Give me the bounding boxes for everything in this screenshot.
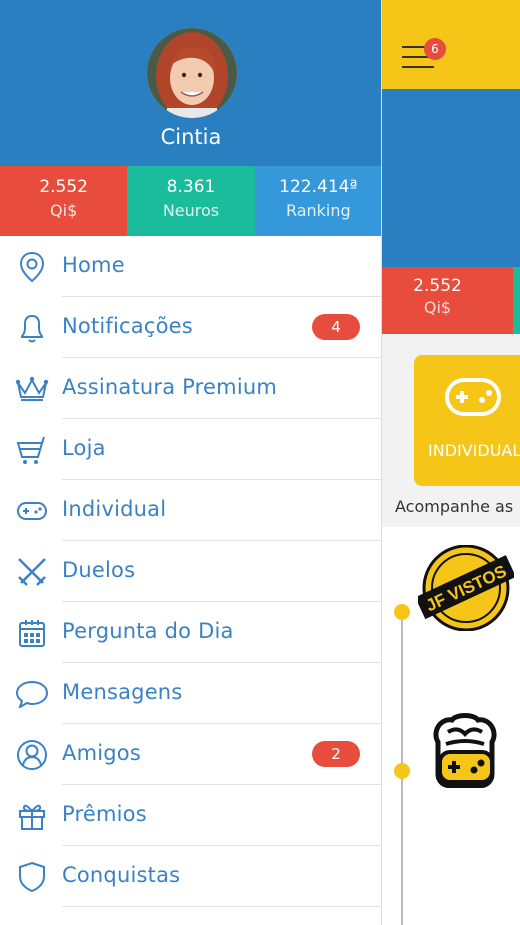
stat-qi[interactable]: 2.552 Qi$ <box>0 166 128 236</box>
menu-item-label: Conquistas <box>62 863 181 887</box>
cart-icon <box>14 432 50 468</box>
menu-item-label: Home <box>62 253 125 277</box>
stat-neuros-value: 8.361 <box>166 177 216 197</box>
avatar-photo <box>147 28 237 118</box>
stat-neuros[interactable]: 8.361 Neuros <box>127 166 255 236</box>
stat-qi-label: Qi$ <box>50 201 78 220</box>
friends-count-badge: 2 <box>312 741 360 767</box>
menu-item-label: Loja <box>62 436 106 460</box>
brain-gamepad-icon <box>433 713 497 788</box>
drawer-menu: Home Notificações 4 Assinatura Premium L… <box>0 236 381 907</box>
stat-ranking[interactable]: 122.414ª Ranking <box>254 166 381 236</box>
app-hero-banner <box>382 89 520 267</box>
menu-item-home[interactable]: Home <box>0 236 381 297</box>
stat-neuros-label: Neuros <box>162 201 220 220</box>
calendar-icon <box>14 615 50 651</box>
menu-item-label: Individual <box>62 497 167 521</box>
navigation-drawer: Cintia 2.552 Qi$ 8.361 Neuros 122.414ª R… <box>0 0 382 925</box>
profile-header: Cintia <box>0 0 381 166</box>
stat-ranking-value: 122.414ª <box>279 177 358 197</box>
avatar[interactable] <box>147 28 237 118</box>
menu-item-achievements[interactable]: Conquistas <box>0 846 381 907</box>
menu-item-friends[interactable]: Amigos 2 <box>0 724 381 785</box>
app-qi-label: Qi$ <box>423 298 452 317</box>
menu-item-store[interactable]: Loja <box>0 419 381 480</box>
menu-item-duels[interactable]: Duelos <box>0 541 381 602</box>
friends-icon <box>14 737 50 773</box>
timeline-dot <box>394 763 410 779</box>
menu-item-label: Mensagens <box>62 680 183 704</box>
menu-item-premium[interactable]: Assinatura Premium <box>0 358 381 419</box>
app-qi-value: 2.552 <box>413 276 462 296</box>
stat-qi-value: 2.552 <box>39 177 88 197</box>
menu-item-individual[interactable]: Individual <box>0 480 381 541</box>
gift-icon <box>14 798 50 834</box>
notifications-count-badge: 4 <box>312 314 360 340</box>
app-qi-stat: 2.552 Qi$ <box>382 267 513 334</box>
menu-item-messages[interactable]: Mensagens <box>0 663 381 724</box>
menu-item-label: Amigos <box>62 741 141 765</box>
user-name: Cintia <box>160 125 222 149</box>
menu-item-prizes[interactable]: Prêmios <box>0 785 381 846</box>
gamepad-icon <box>14 493 50 529</box>
jf-vistos-logo: JF VISTOS <box>418 545 514 631</box>
shield-icon <box>14 859 50 895</box>
gamepad-icon <box>445 378 501 416</box>
menu-item-label: Prêmios <box>62 802 147 826</box>
menu-item-question-of-day[interactable]: Pergunta do Dia <box>0 602 381 663</box>
individual-mode-label: INDIVIDUAL <box>428 441 520 460</box>
stats-bar: 2.552 Qi$ 8.361 Neuros 122.414ª Ranking <box>0 166 381 236</box>
crossed-swords-icon <box>14 554 50 590</box>
individual-mode-card[interactable]: INDIVIDUAL <box>414 355 520 486</box>
hamburger-icon-bar <box>402 66 434 68</box>
crown-icon <box>14 371 50 407</box>
chat-bubble-icon <box>14 676 50 712</box>
divider <box>62 906 381 907</box>
app-neuros-stat <box>513 267 520 334</box>
menu-item-label: Assinatura Premium <box>62 375 278 399</box>
timeline-dot <box>394 604 410 620</box>
menu-item-notifications[interactable]: Notificações 4 <box>0 297 381 358</box>
follow-heading: Acompanhe as <box>395 497 514 516</box>
menu-item-label: Notificações <box>62 314 193 338</box>
menu-notification-badge: 6 <box>424 38 446 60</box>
location-pin-icon <box>14 249 50 285</box>
bell-icon <box>14 310 50 346</box>
menu-item-label: Pergunta do Dia <box>62 619 234 643</box>
menu-item-label: Duelos <box>62 558 136 582</box>
stat-ranking-label: Ranking <box>285 201 351 220</box>
